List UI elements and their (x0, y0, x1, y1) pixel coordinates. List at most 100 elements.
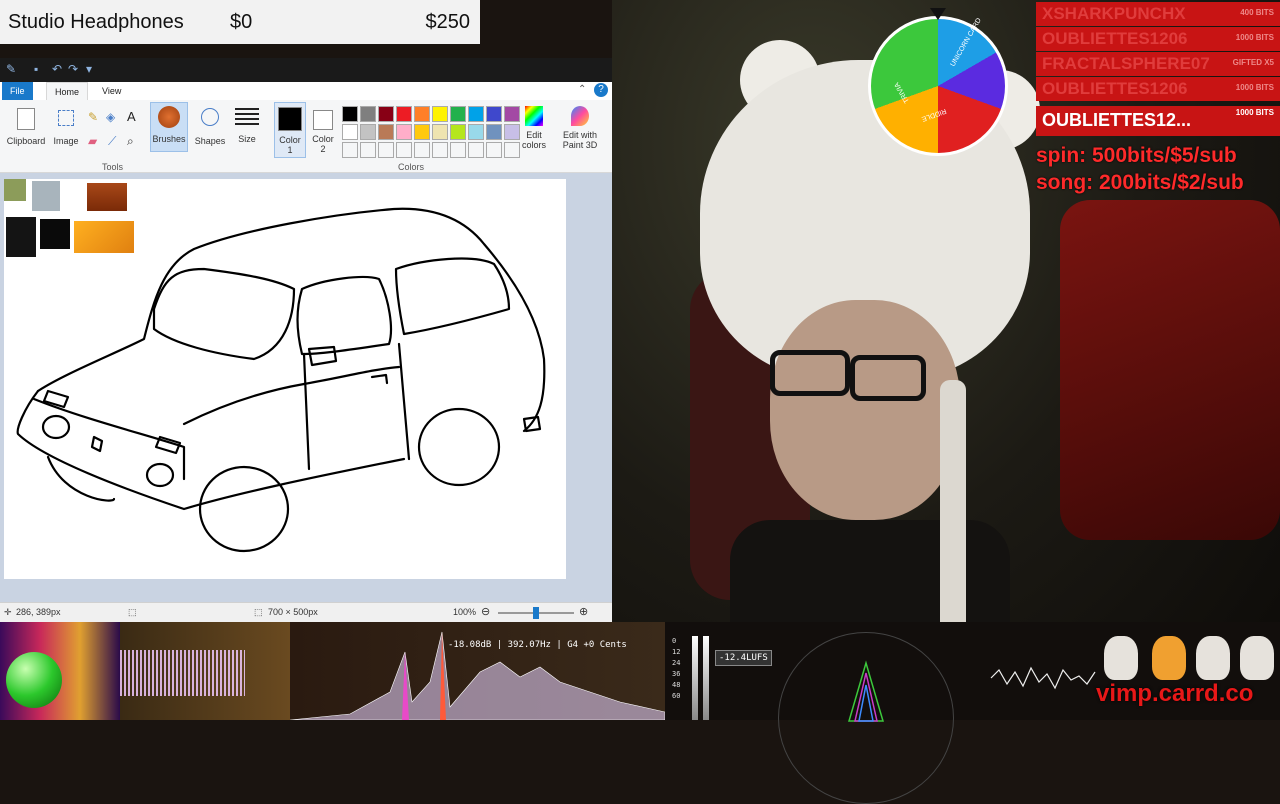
canvas-size-icon: ⬚ (254, 607, 263, 617)
tab-home[interactable]: Home (46, 82, 89, 101)
palette-swatch-empty[interactable] (432, 142, 448, 158)
gaming-chair (1060, 200, 1280, 540)
collapse-ribbon-icon[interactable]: ⌃ (578, 84, 586, 95)
palette-swatch[interactable] (378, 124, 394, 140)
palette-swatch[interactable] (432, 124, 448, 140)
donor-name: FRACTALSPHERE07 (1042, 54, 1210, 73)
ribbon: Clipboard Image ✎ ◈ A ▰ ⟋ ⌕ Tools Brushe… (0, 100, 612, 173)
waveform-bars (120, 650, 245, 696)
tab-view[interactable]: View (94, 82, 129, 100)
spin-wheel: UNICORN CARD TRIVIA RIDDLE (868, 16, 1008, 156)
door-handle (370, 373, 389, 385)
color-picker-icon[interactable]: ⟋ (108, 134, 116, 149)
palette-swatch[interactable] (504, 124, 520, 140)
channel-link[interactable]: vimp.carrd.co (1096, 680, 1253, 708)
palette-swatch[interactable] (468, 124, 484, 140)
eraser-icon[interactable]: ▰ (88, 134, 97, 148)
clipboard-button[interactable]: Clipboard (4, 104, 48, 146)
palette-swatch-empty[interactable] (378, 142, 394, 158)
texture-swatch-olive (4, 179, 26, 201)
palette-swatch[interactable] (432, 106, 448, 122)
donor-amount: 1000 BITS (1235, 33, 1274, 42)
brush-icon (158, 106, 180, 128)
grille-badge (90, 435, 104, 453)
size-button[interactable]: Size (232, 104, 262, 144)
goal-current: $0 (230, 11, 253, 33)
select-icon (58, 110, 74, 126)
edit-colors-button[interactable]: Edit colors (520, 104, 548, 150)
donor-name: OUBLIETTES12... (1042, 110, 1192, 130)
spin-rule: spin: 500bits/$5/sub (1036, 144, 1237, 167)
shapes-button[interactable]: Shapes (194, 104, 226, 146)
zoom-in-icon[interactable]: ⊕ (579, 605, 588, 618)
streamer-face (770, 300, 960, 520)
fill-icon[interactable]: ◈ (106, 110, 115, 124)
palette-swatch[interactable] (450, 106, 466, 122)
spectrum-analyzer (289, 622, 666, 721)
front-wheel-arch (46, 455, 116, 502)
color2-swatch (313, 110, 333, 130)
color-palette (342, 106, 522, 160)
zoom-level: 100% (453, 607, 477, 617)
magnifier-icon[interactable]: ⌕ (127, 134, 134, 149)
text-tool-icon[interactable]: A (127, 109, 136, 124)
donor-row: OUBLIETTES1206 1000 BITS (1036, 27, 1280, 51)
glasses-right-lens (850, 355, 926, 401)
donor-row-latest: OUBLIETTES12... 1000 BITS (1036, 106, 1280, 136)
palette-swatch-empty[interactable] (342, 142, 358, 158)
fire-emote (1152, 636, 1186, 680)
palette-swatch[interactable] (396, 124, 412, 140)
palette-swatch[interactable] (342, 124, 358, 140)
palette-swatch-empty[interactable] (504, 142, 520, 158)
palette-swatch[interactable] (396, 106, 412, 122)
pencil-icon[interactable]: ✎ (88, 110, 98, 124)
tab-file[interactable]: File (2, 82, 33, 100)
level-meter-scale: 0 12 24 36 48 60 (672, 637, 681, 700)
shapes-icon (201, 108, 219, 126)
redo-icon[interactable]: ↷ (68, 62, 78, 76)
colors-group-label: Colors (398, 162, 425, 172)
palette-swatch-empty[interactable] (414, 142, 430, 158)
color2-button[interactable]: Color 2 (308, 102, 338, 154)
level-meter-bar (703, 636, 709, 720)
level-meter-bar (692, 636, 698, 720)
front-wheel (198, 465, 290, 553)
palette-swatch[interactable] (414, 124, 430, 140)
zoom-out-icon[interactable]: ⊖ (481, 605, 490, 618)
palette-swatch[interactable] (414, 106, 430, 122)
palette-swatch[interactable] (468, 106, 484, 122)
help-icon[interactable]: ? (594, 83, 608, 97)
palette-swatch[interactable] (450, 124, 466, 140)
palette-swatch[interactable] (342, 106, 358, 122)
palette-swatch-empty[interactable] (450, 142, 466, 158)
edit-paint3d-button[interactable]: Edit with Paint 3D (558, 104, 602, 150)
drawing-canvas[interactable] (4, 179, 566, 579)
save-icon[interactable]: ▪ (34, 62, 38, 76)
palette-swatch[interactable] (504, 106, 520, 122)
palette-swatch-empty[interactable] (486, 142, 502, 158)
palette-swatch-empty[interactable] (396, 142, 412, 158)
undo-icon[interactable]: ↶ (52, 62, 62, 76)
donor-amount: GIFTED X5 (1232, 58, 1274, 67)
paint-app-icon[interactable]: ✎ (6, 62, 16, 76)
lufs-readout: -12.4LUFS (715, 650, 772, 666)
donor-name: OUBLIETTES1206 (1042, 29, 1188, 48)
image-label: Image (53, 136, 79, 146)
size-label: Size (238, 134, 256, 144)
car-lower-body (16, 389, 406, 511)
brushes-button[interactable]: Brushes (150, 102, 188, 152)
palette-swatch[interactable] (486, 106, 502, 122)
color1-button[interactable]: Color 1 (274, 102, 306, 158)
clipboard-label: Clipboard (6, 136, 46, 146)
palette-swatch[interactable] (486, 124, 502, 140)
goal-title: Studio Headphones (8, 11, 184, 33)
palette-swatch[interactable] (360, 106, 376, 122)
donor-row: XSHARKPUNCHX 400 BITS (1036, 2, 1280, 26)
zoom-slider-thumb[interactable] (533, 607, 539, 619)
palette-swatch[interactable] (378, 106, 394, 122)
customize-qat-icon[interactable]: ▾ (86, 62, 92, 76)
palette-swatch-empty[interactable] (468, 142, 484, 158)
palette-swatch-empty[interactable] (360, 142, 376, 158)
palette-swatch[interactable] (360, 124, 376, 140)
image-button[interactable]: Image (50, 104, 82, 146)
